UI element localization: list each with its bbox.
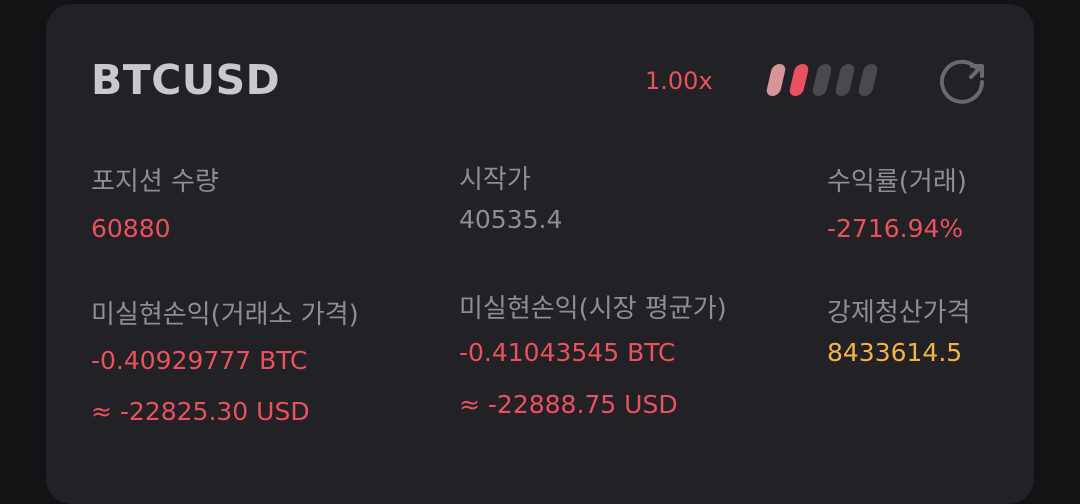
position-card: BTCUSD 1.00x 포지션 수량 60880 시작가 40535.4 수익… — [46, 4, 1034, 504]
position-qty-value: 60880 — [91, 214, 171, 243]
risk-indicator — [763, 64, 893, 100]
unrealized-pnl-market-btc: -0.41043545 BTC — [459, 338, 676, 367]
unrealized-pnl-exchange-label: 미실현손익(거래소 가격) — [91, 300, 359, 330]
risk-bar — [834, 64, 856, 96]
unrealized-pnl-market-usd: ≈ -22888.75 USD — [459, 390, 678, 419]
entry-price-label: 시작가 — [459, 165, 531, 195]
risk-bar — [788, 64, 810, 96]
unrealized-pnl-exchange-usd: ≈ -22825.30 USD — [91, 397, 310, 426]
roi-label: 수익률(거래) — [827, 167, 967, 197]
leverage-value[interactable]: 1.00x — [645, 67, 713, 95]
refresh-icon — [940, 59, 984, 104]
liquidation-price-value: 8433614.5 — [827, 338, 963, 367]
symbol-title: BTCUSD — [91, 56, 281, 104]
roi-value: -2716.94% — [827, 214, 964, 243]
position-qty-label: 포지션 수량 — [91, 167, 219, 197]
entry-price-value: 40535.4 — [459, 205, 563, 234]
risk-bar — [765, 64, 787, 96]
refresh-button[interactable] — [936, 56, 988, 108]
unrealized-pnl-exchange-btc: -0.40929777 BTC — [91, 346, 308, 375]
liquidation-price-label: 강제청산가격 — [827, 298, 971, 328]
risk-bar — [811, 64, 833, 96]
risk-bar — [857, 64, 879, 96]
unrealized-pnl-market-label: 미실현손익(시장 평균가) — [459, 294, 727, 324]
